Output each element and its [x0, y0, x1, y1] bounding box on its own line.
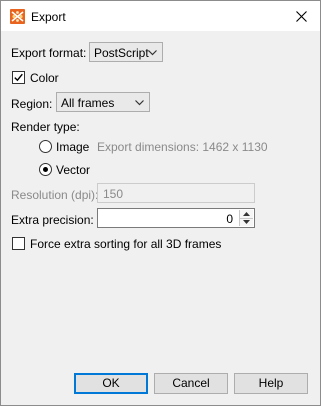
resolution-field[interactable]: 150	[97, 183, 255, 203]
precision-spinner	[239, 210, 253, 226]
chevron-down-icon	[135, 100, 144, 106]
cancel-button[interactable]: Cancel	[154, 373, 228, 394]
export-format-dropdown[interactable]: PostScript	[89, 42, 163, 62]
resolution-value: 150	[103, 187, 124, 201]
extra-precision-value: 0	[226, 212, 233, 226]
region-label: Region:	[11, 97, 53, 111]
extra-precision-label: Extra precision:	[11, 213, 94, 227]
export-format-value: PostScript	[94, 46, 149, 60]
dialog-title: Export	[31, 10, 66, 24]
spin-down-button[interactable]	[240, 218, 253, 226]
vector-radio-label: Vector	[56, 163, 91, 177]
help-button[interactable]: Help	[234, 373, 308, 394]
checkmark-icon	[14, 73, 23, 82]
tecplot-app-icon	[10, 9, 25, 24]
region-value: All frames	[61, 96, 115, 110]
image-radio[interactable]	[39, 140, 52, 153]
title-bar: Export	[1, 1, 320, 31]
close-button[interactable]	[288, 5, 314, 27]
radio-selected-dot	[43, 167, 48, 172]
export-dimensions-text: Export dimensions: 1462 x 1130	[97, 140, 268, 154]
extra-precision-stepper[interactable]: 0	[97, 208, 255, 228]
color-label: Color	[30, 71, 59, 85]
export-format-label: Export format:	[11, 46, 87, 60]
region-dropdown[interactable]: All frames	[56, 92, 150, 112]
export-dialog: Export Export format: PostScript Color R…	[0, 0, 321, 406]
image-radio-label: Image	[56, 140, 90, 154]
render-type-label: Render type:	[11, 120, 80, 134]
resolution-label: Resolution (dpi):	[11, 188, 99, 202]
chevron-up-icon	[243, 212, 250, 216]
chevron-down-icon	[148, 50, 157, 56]
close-icon	[296, 11, 307, 22]
force-sorting-checkbox[interactable]	[12, 237, 25, 250]
ok-button[interactable]: OK	[74, 373, 148, 394]
vector-radio[interactable]	[39, 163, 52, 176]
chevron-down-icon	[243, 220, 250, 224]
color-checkbox[interactable]	[12, 71, 25, 84]
force-sorting-label: Force extra sorting for all 3D frames	[30, 237, 222, 251]
